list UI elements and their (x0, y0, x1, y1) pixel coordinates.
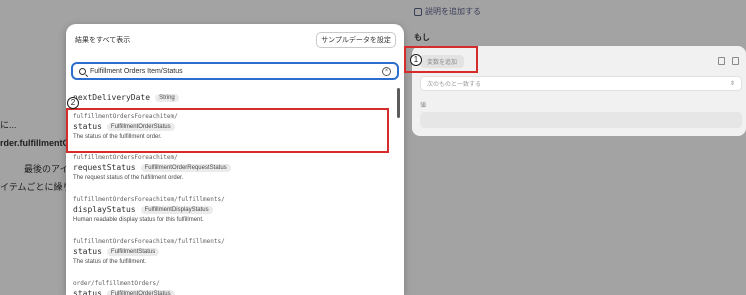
workflow-node-text: 最後のアイ (24, 164, 69, 174)
item-type-badge: FulfillmentOrderRequestStatus (140, 163, 231, 172)
item-type-badge: FulfillmentStatus (106, 247, 160, 256)
item-name: displayStatus (73, 205, 136, 214)
value-label: 値 (420, 103, 427, 109)
search-value: Fulfillment Orders Item/Status (90, 67, 183, 75)
item-path: fulfillmentOrdersForeachitem/fulfillment… (73, 196, 225, 203)
popup-title: 結果をすべて表示 (75, 37, 131, 44)
condition-select[interactable]: 次のものと一致する ⇕ (420, 76, 742, 91)
item-type-badge: FulfillmentDisplayStatus (140, 205, 213, 214)
chevron-updown-icon: ⇕ (729, 81, 735, 87)
clear-icon[interactable]: × (382, 67, 391, 76)
item-type-badge: FulfillmentOrderStatus (106, 289, 175, 295)
item-path: fulfillmentOrdersForeachitem/ (73, 154, 178, 161)
item-name: status (73, 247, 102, 256)
trash-icon[interactable] (718, 57, 725, 65)
workflow-node-text: イテムごとに繰り (0, 182, 72, 192)
item-name: status (73, 289, 102, 295)
list-item[interactable]: fulfillmentOrdersForeachitem/fulfillment… (73, 238, 393, 265)
highlight-box (66, 108, 389, 153)
if-label: もし (414, 33, 430, 42)
workflow-node-text: に... (0, 120, 17, 130)
step-marker: 1 (410, 54, 422, 66)
item-type-badge: String (155, 93, 179, 102)
item-description: The request status of the fulfillment or… (73, 175, 184, 181)
list-item[interactable]: fulfillmentOrdersForeachitem/fulfillment… (73, 196, 393, 223)
item-name: requestStatus (73, 163, 136, 172)
item-path: fulfillmentOrdersForeachitem/fulfillment… (73, 238, 225, 245)
step-marker: 2 (67, 97, 79, 109)
edit-icon (414, 7, 422, 16)
list-item[interactable]: order/fulfillmentOrders/ status Fulfillm… (73, 280, 393, 295)
search-input[interactable]: Fulfillment Orders Item/Status × (71, 62, 399, 80)
item-name: nextDeliveryDate (73, 93, 151, 102)
workflow-node-text: rder.fulfillmentOr (0, 138, 74, 148)
search-icon (79, 67, 86, 75)
item-description: Human readable display status for this f… (73, 217, 204, 223)
list-item[interactable]: fulfillmentOrdersForeachitem/ requestSta… (73, 154, 393, 181)
popup-header: 結果をすべて表示 サンプルデータを設定 (66, 24, 404, 56)
item-path: order/fulfillmentOrders/ (73, 280, 160, 287)
variable-picker-popup: 結果をすべて表示 サンプルデータを設定 Fulfillment Orders I… (66, 24, 404, 295)
condition-select-value: 次のものと一致する (427, 82, 482, 88)
item-description: The status of the fulfillment. (73, 259, 147, 265)
value-input[interactable] (420, 112, 742, 128)
card-actions (718, 57, 739, 65)
duplicate-icon[interactable] (732, 57, 739, 65)
scrollbar[interactable] (397, 88, 400, 118)
add-description-link[interactable]: 説明を追加する (414, 6, 481, 17)
set-sample-data-button[interactable]: サンプルデータを設定 (316, 32, 396, 48)
add-description-label: 説明を追加する (425, 7, 481, 16)
list-item[interactable]: nextDeliveryDate String (73, 91, 393, 102)
